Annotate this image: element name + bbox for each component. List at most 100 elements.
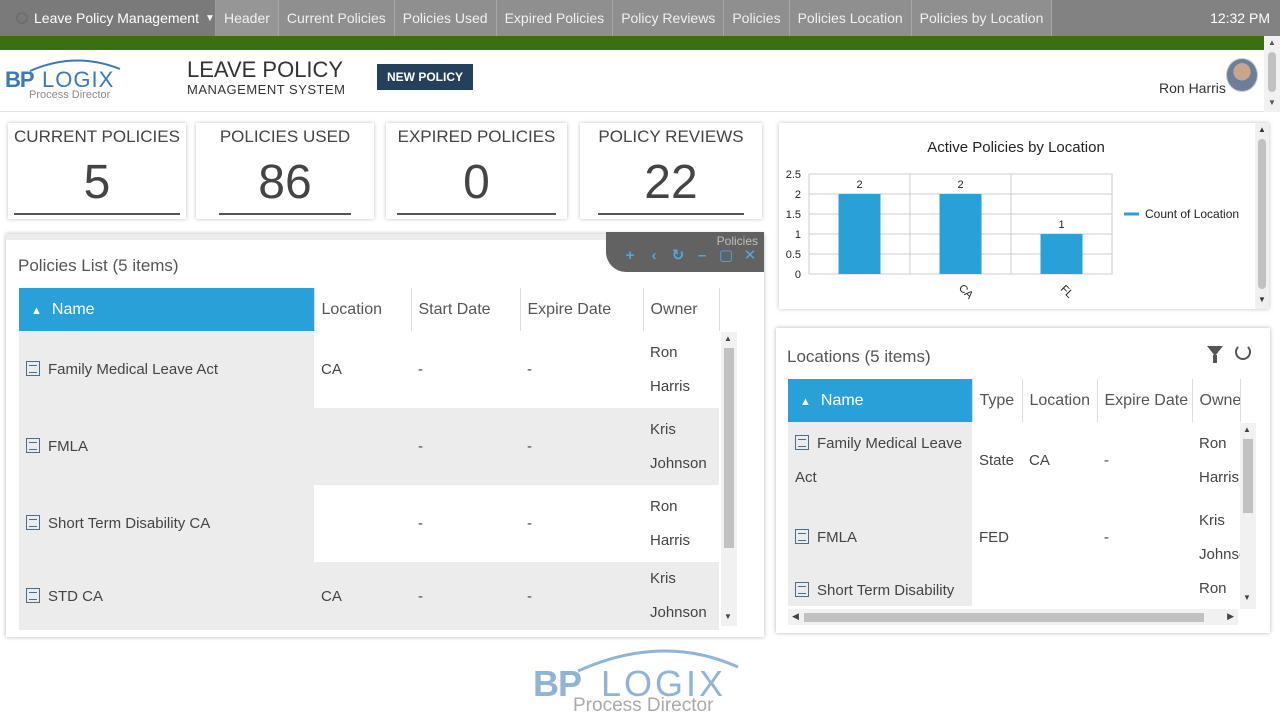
column-header-location[interactable]: Location (1022, 379, 1098, 422)
maximize-icon[interactable]: ▢ (718, 248, 734, 264)
column-header-location[interactable]: Location (314, 288, 412, 331)
tab-policies-location[interactable]: Policies Location (789, 0, 912, 36)
column-header-expire-date[interactable]: Expire Date (1097, 379, 1193, 422)
kpi-label: POLICY REVIEWS (598, 127, 744, 146)
app-menu-label: Leave Policy Management (34, 10, 199, 26)
policies-list-title: Policies List (5 items) (18, 256, 179, 275)
kpi-label: EXPIRED POLICIES (397, 127, 556, 146)
column-header-expire-date[interactable]: Expire Date (520, 288, 644, 331)
chevron-down-icon: ▼ (205, 12, 215, 24)
clock: 12:32 PM (1210, 10, 1270, 26)
data-label: 1 (1058, 219, 1064, 231)
bp-logix-logo: BP LOGIX Process Director (5, 57, 125, 101)
refresh-icon[interactable]: ↻ (670, 248, 686, 264)
table-row[interactable]: FMLA FED- KrisJohnsc (788, 499, 1240, 576)
data-label: 2 (957, 179, 963, 191)
x-tick-label: CA (956, 282, 976, 302)
legend-label: Count of Location (1145, 207, 1239, 221)
document-icon (26, 438, 40, 453)
document-icon (26, 587, 40, 603)
page-header: BP LOGIX Process Director LEAVE POLICY M… (0, 50, 1264, 112)
bar (939, 194, 982, 274)
document-icon (795, 529, 809, 544)
chart-scrollbar[interactable]: ▲ ▼ (1255, 123, 1269, 309)
scroll-down-icon: ▼ (1268, 98, 1276, 107)
y-tick-label: 1 (795, 229, 801, 241)
x-tick-label: FL (1058, 283, 1076, 301)
y-tick-label: 1.5 (786, 209, 801, 221)
column-header-owner[interactable]: Owne (1192, 379, 1241, 422)
column-header-start-date[interactable]: Start Date (411, 288, 521, 331)
tab-current-policies[interactable]: Current Policies (278, 0, 395, 36)
policies-scrollbar[interactable]: ▲ ▼ (721, 332, 737, 626)
data-label: 2 (856, 179, 862, 191)
chevron-left-icon[interactable]: ‹ (646, 248, 662, 264)
tab-expired-policies[interactable]: Expired Policies (496, 0, 614, 36)
page-subtitle: MANAGEMENT SYSTEM (187, 82, 346, 97)
gear-icon (16, 12, 28, 24)
app-menu-dropdown[interactable]: Leave Policy Management ▼ (0, 0, 216, 36)
tab-header[interactable]: Header (216, 0, 279, 36)
minimize-icon[interactable]: – (694, 248, 710, 264)
accent-bar (0, 36, 1280, 50)
avatar[interactable] (1226, 58, 1258, 92)
document-icon (26, 361, 40, 376)
refresh-icon[interactable] (1235, 344, 1251, 360)
y-tick-label: 2.5 (786, 169, 801, 181)
document-icon (795, 434, 809, 450)
table-row[interactable]: FMLA -- Kris Johnson (19, 408, 719, 485)
table-row[interactable]: STD CA CA - - Kris Johnson (19, 562, 719, 630)
kpi-current-policies[interactable]: CURRENT POLICIES 5 (8, 123, 186, 219)
panel-toolbar: Policies + ‹ ↻ – ▢ ✕ (606, 232, 764, 272)
add-icon[interactable]: + (622, 248, 638, 264)
kpi-value: 5 (83, 156, 111, 209)
kpi-value: 22 (644, 156, 698, 209)
table-row[interactable]: Short Term Disability CA -- Ron Harris (19, 485, 719, 562)
locations-title: Locations (5 items) (787, 347, 931, 366)
y-tick-label: 2 (795, 189, 801, 201)
sort-ascending-icon: ▲ (31, 304, 42, 317)
bar (1040, 234, 1083, 274)
toolbar-label: Policies (716, 234, 758, 248)
locations-table: ▲ Name Type Location Expire Date Owne Fam… (788, 379, 1241, 606)
top-nav-bar: Leave Policy Management ▼ Header Current… (0, 0, 1280, 36)
table-row[interactable]: Family Medical Leave Act CA - - Ron Harris (19, 331, 719, 408)
kpi-value: 86 (258, 156, 312, 209)
tab-policy-reviews[interactable]: Policy Reviews (613, 0, 725, 36)
user-name[interactable]: Ron Harris (1159, 80, 1226, 96)
column-header-name[interactable]: ▲ Name (19, 288, 315, 331)
page-title: LEAVE POLICY (187, 57, 344, 82)
column-header-owner[interactable]: Owner (643, 288, 720, 331)
tab-policies[interactable]: Policies (724, 0, 790, 36)
y-tick-label: 0.5 (786, 249, 801, 261)
chart-title: Active Policies by Location (927, 139, 1105, 156)
kpi-policy-reviews[interactable]: POLICY REVIEWS 22 (580, 123, 762, 219)
scroll-up-icon: ▲ (1268, 38, 1276, 47)
active-policies-chart: Active Policies by Location 2.5 2 1.5 1 0.5 0 2… (786, 139, 1239, 302)
tab-policies-used[interactable]: Policies Used (394, 0, 497, 36)
kpi-label: POLICIES USED (219, 127, 351, 146)
kpi-label: CURRENT POLICIES (14, 127, 180, 146)
bar (838, 194, 881, 274)
chart-panel: Active Policies by Location 2.5 2 1.5 1 0.5 0 2… (779, 123, 1269, 309)
filter-icon[interactable] (1207, 346, 1223, 363)
tab-policies-by-location[interactable]: Policies by Location (911, 0, 1053, 36)
bp-logix-footer-logo: BP LOGIX Process Director (533, 643, 743, 718)
locations-hscrollbar[interactable]: ◀ ▶ (788, 609, 1238, 625)
document-icon (795, 582, 809, 597)
kpi-value: 0 (463, 156, 490, 209)
document-icon (26, 515, 40, 530)
kpi-policies-used[interactable]: POLICIES USED 86 (196, 123, 374, 219)
page-scrollbar[interactable]: ▲ ▼ (1264, 36, 1280, 112)
column-header-type[interactable]: Type (972, 379, 1023, 422)
new-policy-button[interactable]: NEW POLICY (377, 64, 473, 90)
sort-ascending-icon: ▲ (800, 395, 811, 408)
table-row[interactable]: Short Term Disability Ron (788, 576, 1240, 606)
column-header-name[interactable]: ▲ Name (788, 379, 973, 422)
policies-table: ▲ Name Location Start Date Expire Date Ow… (19, 288, 720, 630)
table-row[interactable]: Family Medical Leave Act State CA - Ron Harr… (788, 422, 1240, 499)
close-icon[interactable]: ✕ (742, 248, 758, 264)
locations-scrollbar[interactable]: ▲ ▼ (1240, 423, 1256, 609)
kpi-expired-policies[interactable]: EXPIRED POLICIES 0 (386, 123, 567, 219)
y-tick-label: 0 (795, 269, 801, 281)
